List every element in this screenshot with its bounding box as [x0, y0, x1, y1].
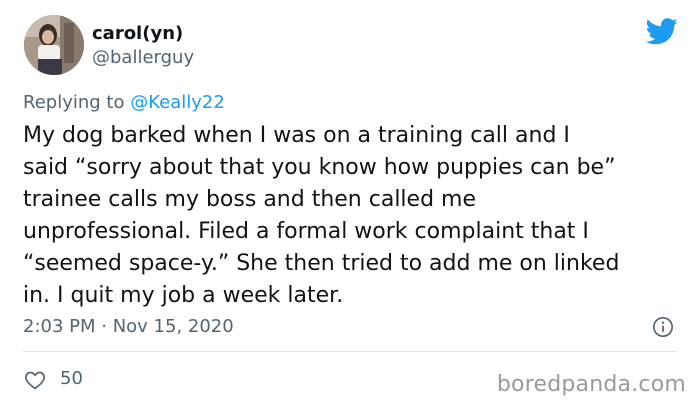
site-watermark: boredpanda.com	[496, 372, 686, 397]
tweet-text: My dog barked when I was on a training c…	[23, 120, 693, 312]
twitter-bird-icon[interactable]	[646, 18, 678, 45]
reply-prefix: Replying to	[23, 92, 125, 113]
heart-icon[interactable]	[24, 370, 46, 390]
reply-mention-link[interactable]: @Keally22	[130, 92, 225, 113]
tweet-text-line: “seemed space-y.” She then tried to add …	[23, 251, 620, 276]
avatar-photo	[24, 15, 84, 75]
like-count: 50	[60, 368, 83, 389]
tweet-text-line: unprofessional. Filed a formal work comp…	[23, 219, 589, 244]
tweet-text-line: said “sorry about that you know how pupp…	[23, 155, 616, 180]
tweet-text-line: trainee calls my boss and then called me	[23, 187, 476, 212]
divider	[23, 351, 677, 352]
tweet-text-line: My dog barked when I was on a training c…	[23, 123, 570, 148]
info-icon[interactable]	[652, 316, 674, 338]
avatar[interactable]	[24, 15, 84, 75]
display-name[interactable]: carol(yn)	[92, 23, 183, 45]
tweet-text-line: in. I quit my job a week later.	[23, 283, 344, 308]
tweet-timestamp[interactable]: 2:03 PM · Nov 15, 2020	[23, 316, 234, 338]
reply-context: Replying to @Keally22	[23, 92, 225, 114]
tweet-card: carol(yn) @ballerguy Replying to @Keally…	[0, 0, 700, 406]
user-handle[interactable]: @ballerguy	[92, 47, 194, 69]
